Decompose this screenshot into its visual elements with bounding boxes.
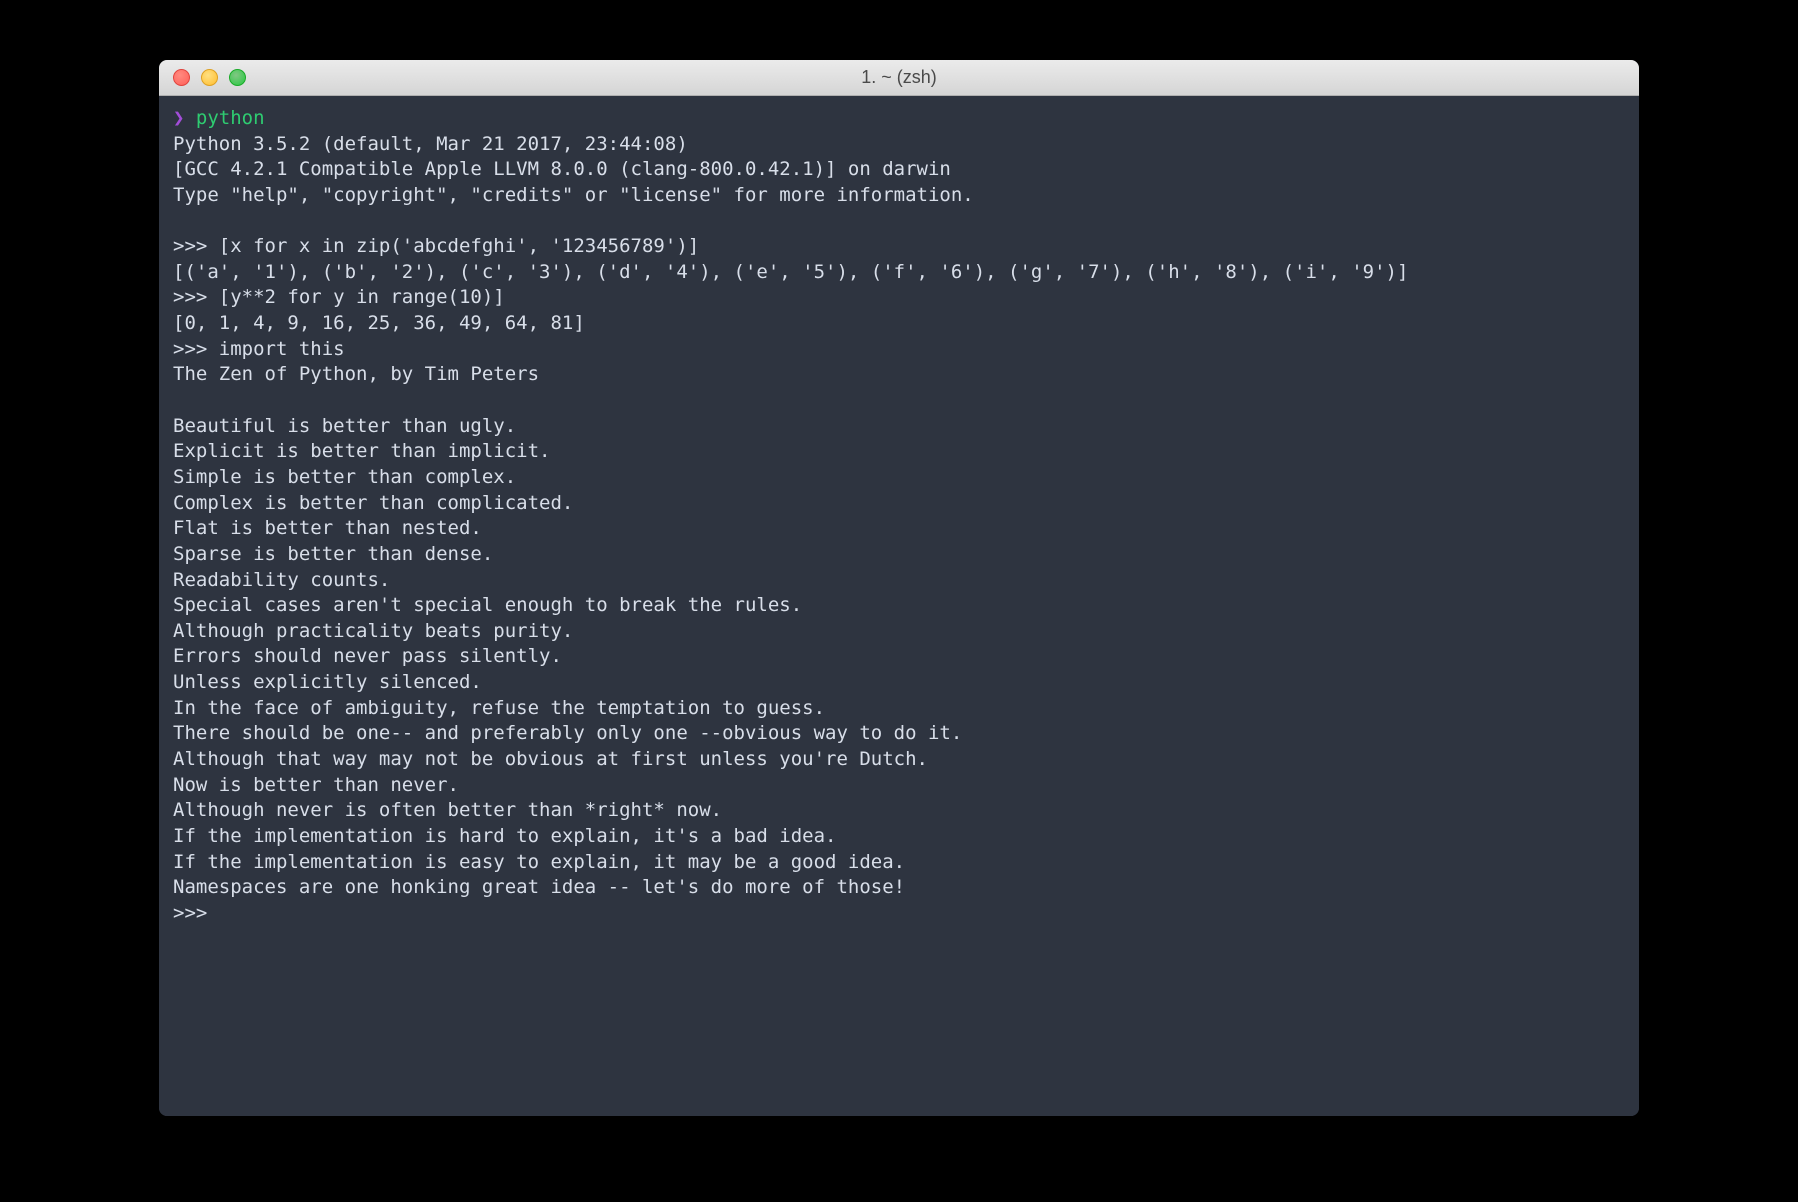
terminal-window: 1. ~ (zsh) ❯ python Python 3.5.2 (defaul… <box>159 60 1639 1116</box>
prompt-arrow-icon: ❯ <box>173 107 184 129</box>
window-title: 1. ~ (zsh) <box>159 67 1639 88</box>
prompt-command: python <box>196 107 265 129</box>
terminal-body[interactable]: ❯ python Python 3.5.2 (default, Mar 21 2… <box>159 96 1639 1116</box>
traffic-lights <box>173 69 246 86</box>
title-bar: 1. ~ (zsh) <box>159 60 1639 96</box>
close-icon[interactable] <box>173 69 190 86</box>
maximize-icon[interactable] <box>229 69 246 86</box>
terminal-output: Python 3.5.2 (default, Mar 21 2017, 23:4… <box>173 133 1408 924</box>
minimize-icon[interactable] <box>201 69 218 86</box>
